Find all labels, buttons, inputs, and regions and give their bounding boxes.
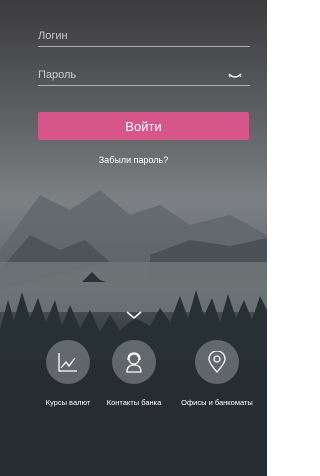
forgot-password-link[interactable]: Забыли пароль? <box>0 155 267 165</box>
exchange-rates-circle <box>46 340 90 384</box>
bank-contacts-label: Контакты банка <box>106 398 162 407</box>
login-field[interactable]: Логин <box>38 24 250 47</box>
password-placeholder: Пароль <box>38 69 77 81</box>
show-password-icon[interactable] <box>228 72 242 80</box>
bank-contacts-button[interactable]: Контакты банка <box>94 340 174 407</box>
support-agent-icon <box>126 352 142 373</box>
password-field[interactable]: Пароль <box>38 63 250 86</box>
offices-atms-button[interactable]: Офисы и банкоматы <box>177 340 257 407</box>
login-placeholder: Логин <box>38 30 68 42</box>
login-button[interactable]: Войти <box>38 112 249 140</box>
bank-contacts-circle <box>112 340 156 384</box>
offices-atms-label: Офисы и банкоматы <box>181 398 253 407</box>
map-pin-icon <box>208 351 226 373</box>
offices-atms-circle <box>195 340 239 384</box>
chart-icon <box>58 353 77 372</box>
login-screen: Логин Пароль Войти Забыли пароль? Курсы … <box>0 0 267 476</box>
chevron-down-icon[interactable] <box>126 310 142 320</box>
